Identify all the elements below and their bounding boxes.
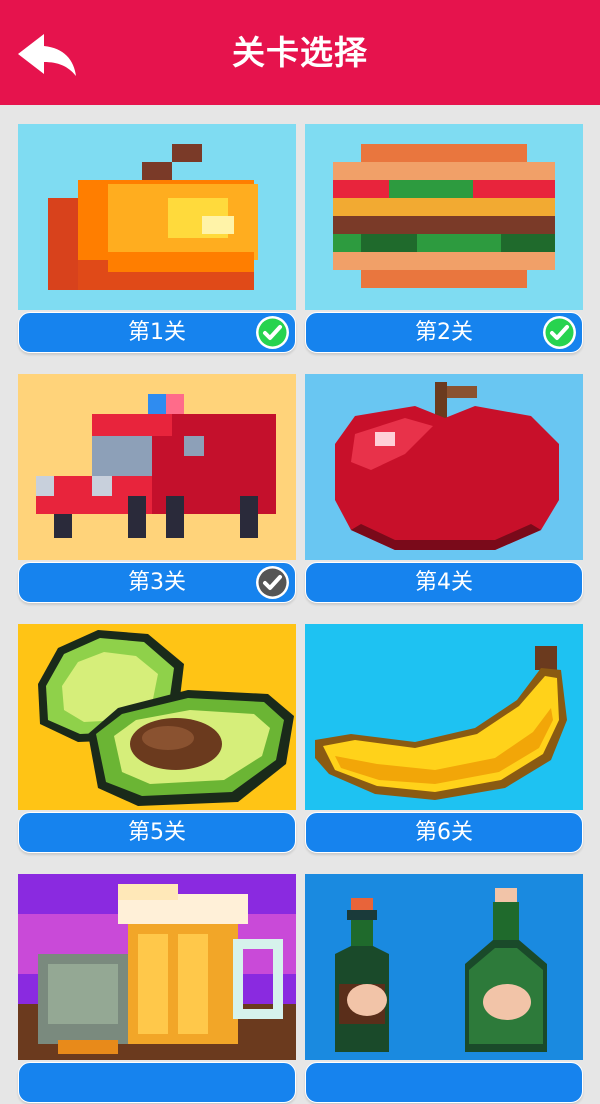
check-icon (258, 568, 287, 597)
level-label: 第3关 (128, 570, 186, 595)
level-thumbnail-apple (305, 374, 583, 560)
level-card-1[interactable]: 第1关 (18, 124, 296, 354)
level-label-bar: 第2关 (305, 312, 583, 353)
level-thumbnail-truck (18, 374, 296, 560)
level-card-6[interactable]: 第6关 (305, 624, 583, 854)
level-label: 第5关 (128, 820, 186, 845)
level-label: 第4关 (415, 570, 473, 595)
level-label (306, 1063, 582, 1102)
level-thumbnail-taco (18, 124, 296, 310)
completed-badge (543, 316, 576, 349)
level-thumbnail-avocado (18, 624, 296, 810)
level-card-5[interactable]: 第5关 (18, 624, 296, 854)
completed-badge (256, 316, 289, 349)
level-card-2[interactable]: 第2关 (305, 124, 583, 354)
page-title: 关卡选择 (232, 33, 368, 72)
level-label-bar: 第3关 (18, 562, 296, 603)
level-card-7[interactable] (18, 874, 296, 1104)
level-label-bar: 第6关 (305, 812, 583, 853)
level-label: 第6关 (415, 820, 473, 845)
check-icon (258, 318, 287, 347)
level-label-bar: 第1关 (18, 312, 296, 353)
level-label-bar: 第4关 (305, 562, 583, 603)
level-thumbnail-bottles (305, 874, 583, 1060)
level-thumbnail-beer (18, 874, 296, 1060)
level-thumbnail-banana (305, 624, 583, 810)
level-card-4[interactable]: 第4关 (305, 374, 583, 604)
level-label: 第1关 (128, 320, 186, 345)
in-progress-badge (256, 566, 289, 599)
level-label: 第2关 (415, 320, 473, 345)
header-bar: 关卡选择 (0, 0, 600, 105)
level-thumbnail-sandwich (305, 124, 583, 310)
level-label-bar: 第5关 (18, 812, 296, 853)
level-card-3[interactable]: 第3关 (18, 374, 296, 604)
level-label-bar (305, 1062, 583, 1103)
level-label-bar (18, 1062, 296, 1103)
level-card-8[interactable] (305, 874, 583, 1104)
check-icon (545, 318, 574, 347)
level-label (19, 1063, 295, 1102)
